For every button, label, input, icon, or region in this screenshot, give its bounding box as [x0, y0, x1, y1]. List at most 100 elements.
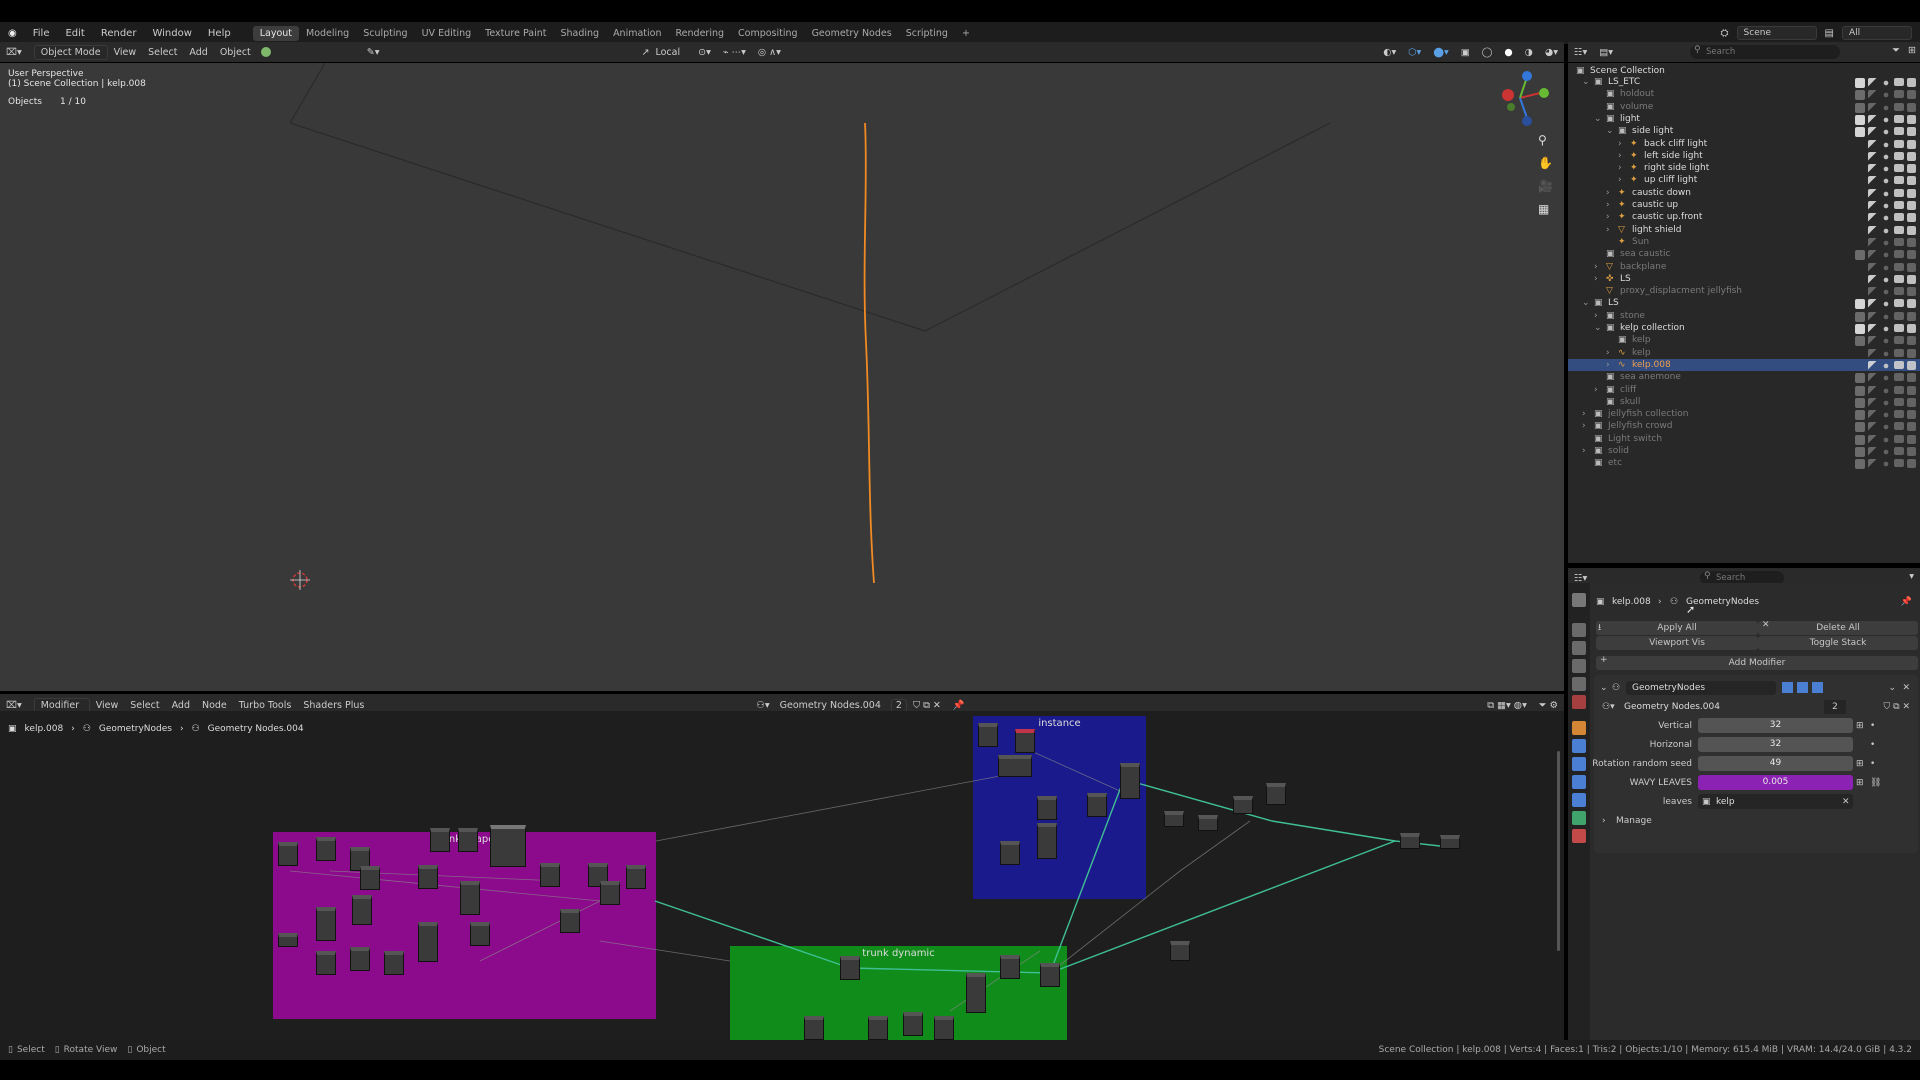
- outliner-row[interactable]: › ∿ kelp.008: [1568, 358, 1920, 371]
- outliner-restriction-toggles[interactable]: [1855, 434, 1916, 445]
- outliner-row[interactable]: › ✦ left side light: [1568, 150, 1920, 162]
- outliner-restriction-toggles[interactable]: [1855, 324, 1916, 334]
- expand-chevron-icon[interactable]: ›: [1618, 175, 1622, 185]
- fake-user-icon[interactable]: ⛉ ⧉ ✕: [907, 699, 947, 712]
- node[interactable]: [804, 1016, 824, 1040]
- outliner-restriction-toggles[interactable]: [1855, 397, 1916, 408]
- world-tab-icon[interactable]: [1572, 695, 1586, 709]
- constraints-tab-icon[interactable]: [1572, 793, 1586, 807]
- outliner-search-input[interactable]: Search: [1690, 45, 1840, 59]
- menu-render[interactable]: Render: [93, 28, 145, 39]
- node-menu-view[interactable]: View: [90, 699, 125, 712]
- node-overlay-icons[interactable]: ⧉ ▦▾ ◍▾: [1481, 699, 1533, 712]
- node[interactable]: [978, 723, 998, 747]
- viewport-vis-button[interactable]: Viewport Vis: [1596, 635, 1758, 650]
- keyframe-dot-icon[interactable]: •: [1870, 759, 1875, 769]
- pin-icon[interactable]: 📌: [1901, 597, 1912, 607]
- node[interactable]: [458, 828, 478, 852]
- node-menu-select[interactable]: Select: [124, 699, 165, 712]
- outliner-restriction-toggles[interactable]: [1855, 311, 1916, 322]
- viewer-node[interactable]: [1440, 835, 1460, 849]
- outliner-row[interactable]: › ▣ jellyfish collection: [1568, 408, 1920, 421]
- node[interactable]: [316, 907, 336, 941]
- shading-wireframe-icon[interactable]: ◯: [1476, 46, 1499, 59]
- node[interactable]: [278, 933, 298, 947]
- expand-chevron-icon[interactable]: ›: [1594, 385, 1598, 395]
- toggle-stack-button[interactable]: Toggle Stack: [1758, 635, 1918, 650]
- transform-orientation-icon[interactable]: ↗: [636, 46, 656, 59]
- outliner-row[interactable]: › ▣ Jellyfish crowd: [1568, 420, 1920, 433]
- expand-chevron-icon[interactable]: ›: [1606, 225, 1610, 235]
- node[interactable]: [352, 895, 372, 925]
- outliner-restriction-toggles[interactable]: [1855, 225, 1916, 236]
- outliner-row[interactable]: › ✦ right side light: [1568, 162, 1920, 175]
- outliner-restriction-toggles[interactable]: [1855, 139, 1916, 150]
- outliner-restriction-toggles[interactable]: [1855, 90, 1916, 101]
- outliner-row[interactable]: › ✦ caustic down: [1568, 187, 1920, 199]
- collapse-chevron-icon[interactable]: ⌄: [1582, 298, 1590, 308]
- breadcrumb-modifier[interactable]: GeometryNodes: [1686, 597, 1759, 607]
- node-group-users[interactable]: 2: [1824, 699, 1846, 714]
- outliner-row[interactable]: › ✦ up cliff light: [1568, 174, 1920, 187]
- expand-chevron-icon[interactable]: ›: [1606, 200, 1610, 210]
- 3d-viewport[interactable]: User Perspective (1) Scene Collection | …: [0, 63, 1564, 691]
- outliner-row[interactable]: › ✦ caustic up: [1568, 199, 1920, 211]
- ortho-grid-icon[interactable]: ▦: [1538, 202, 1553, 216]
- node[interactable]: [384, 951, 404, 975]
- outliner-row[interactable]: ▣ kelp: [1568, 334, 1920, 347]
- scene-tab-icon[interactable]: [1572, 677, 1586, 691]
- blender-logo-icon[interactable]: ◉: [0, 28, 25, 39]
- driver-icon[interactable]: ⛓: [1870, 778, 1881, 788]
- outliner-row[interactable]: ▣ skull: [1568, 396, 1920, 408]
- horizonal-field[interactable]: 32: [1698, 737, 1853, 752]
- node[interactable]: [1198, 815, 1218, 831]
- collapse-chevron-icon[interactable]: ⌄: [1594, 323, 1602, 333]
- expand-chevron-icon[interactable]: ›: [1594, 262, 1598, 272]
- outliner-row[interactable]: › ▽ backplane: [1568, 261, 1920, 273]
- outliner-restriction-toggles[interactable]: [1855, 336, 1916, 347]
- node[interactable]: [418, 865, 438, 889]
- node-menu-turbo-tools[interactable]: Turbo Tools: [233, 699, 298, 712]
- tab-layout[interactable]: Layout: [252, 25, 299, 41]
- tab-geometry-nodes[interactable]: Geometry Nodes: [805, 26, 899, 41]
- outliner-row[interactable]: ▽ proxy_displacment jellyfish: [1568, 285, 1920, 298]
- attribute-toggle-icon[interactable]: ⊞: [1856, 778, 1864, 788]
- add-workspace-button[interactable]: +: [955, 26, 977, 41]
- node-filter-icon[interactable]: ⏷ ⚙: [1533, 699, 1564, 712]
- outliner-restriction-toggles[interactable]: [1855, 78, 1916, 88]
- data-tab-icon[interactable]: [1572, 811, 1586, 825]
- tab-compositing[interactable]: Compositing: [731, 26, 805, 41]
- collapse-chevron-icon[interactable]: ⌄: [1582, 77, 1590, 87]
- outliner-restriction-toggles[interactable]: [1855, 262, 1916, 273]
- expand-chevron-icon[interactable]: ›: [1582, 409, 1586, 419]
- visibility-icon[interactable]: ◐▾: [1377, 46, 1402, 59]
- outliner-restriction-toggles[interactable]: [1855, 410, 1916, 421]
- zoom-icon[interactable]: ⚲: [1538, 133, 1553, 147]
- physics-tab-icon[interactable]: [1572, 775, 1586, 789]
- tab-shading[interactable]: Shading: [553, 26, 606, 41]
- camera-view-icon[interactable]: 🎥: [1538, 179, 1553, 193]
- modifier-tab-icon[interactable]: [1572, 739, 1586, 753]
- proportional-edit-icon[interactable]: ◎ ∧▾: [752, 46, 787, 59]
- node-group-icon[interactable]: ⚇▾: [750, 699, 775, 712]
- node[interactable]: [840, 956, 860, 980]
- new-collection-icon[interactable]: ⊞: [1908, 45, 1916, 56]
- node[interactable]: [1015, 729, 1035, 753]
- menu-window[interactable]: Window: [144, 28, 199, 39]
- outliner-row[interactable]: › ✦ back cliff light: [1568, 138, 1920, 150]
- outliner-restriction-toggles[interactable]: [1855, 287, 1916, 298]
- node-editor[interactable]: ▣ kelp.008 › ⚇ GeometryNodes › ⚇ Geometr…: [0, 711, 1564, 1048]
- overlay-icon[interactable]: ⬤▾: [1427, 46, 1454, 59]
- expand-chevron-icon[interactable]: ›: [1594, 311, 1598, 321]
- outliner-restriction-toggles[interactable]: [1855, 213, 1916, 224]
- node[interactable]: [934, 1016, 954, 1040]
- node-group-name[interactable]: Geometry Nodes.004: [1624, 702, 1720, 712]
- editor-type-icon[interactable]: ⌧▾: [0, 46, 28, 59]
- node-group-name[interactable]: Geometry Nodes.004: [780, 700, 881, 711]
- view-layer-selector[interactable]: All: [1842, 26, 1912, 40]
- viewport-menu-view[interactable]: View: [108, 46, 143, 59]
- node[interactable]: [560, 909, 580, 933]
- collapse-chevron-icon[interactable]: ⌄: [1606, 126, 1614, 136]
- apply-all-button[interactable]: Apply All: [1596, 620, 1758, 635]
- breadcrumb-object[interactable]: kelp.008: [1612, 597, 1651, 607]
